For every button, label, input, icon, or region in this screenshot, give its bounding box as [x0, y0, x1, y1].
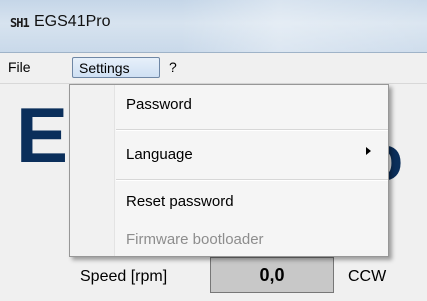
menu-item-firmware-bootloader: Firmware bootloader: [126, 231, 264, 248]
menu-separator: [116, 129, 388, 131]
settings-dropdown-menu: Password Language Reset password Firmwar…: [69, 84, 389, 257]
menu-settings[interactable]: Settings: [72, 57, 160, 78]
speed-label: Speed [rpm]: [80, 268, 168, 285]
menu-separator: [116, 179, 388, 181]
brand-logo-left: E: [16, 91, 69, 179]
menu-help[interactable]: ?: [163, 57, 183, 78]
menu-item-language[interactable]: Language: [126, 146, 193, 163]
speed-value-display: 0,0: [210, 257, 334, 293]
submenu-arrow-icon: [366, 147, 371, 155]
menu-item-reset-password[interactable]: Reset password: [126, 193, 234, 210]
menu-bar: File Settings ?: [0, 53, 427, 84]
menu-item-password[interactable]: Password: [126, 96, 192, 113]
app-icon: SH1: [10, 16, 30, 30]
title-bar-glass: [180, 0, 427, 52]
direction-label: CCW: [348, 268, 387, 285]
window-title: EGS41Pro: [34, 13, 111, 30]
menu-file[interactable]: File: [2, 57, 37, 78]
title-bar: SH1 EGS41Pro: [0, 0, 427, 53]
menu-icon-gutter: [70, 85, 115, 256]
